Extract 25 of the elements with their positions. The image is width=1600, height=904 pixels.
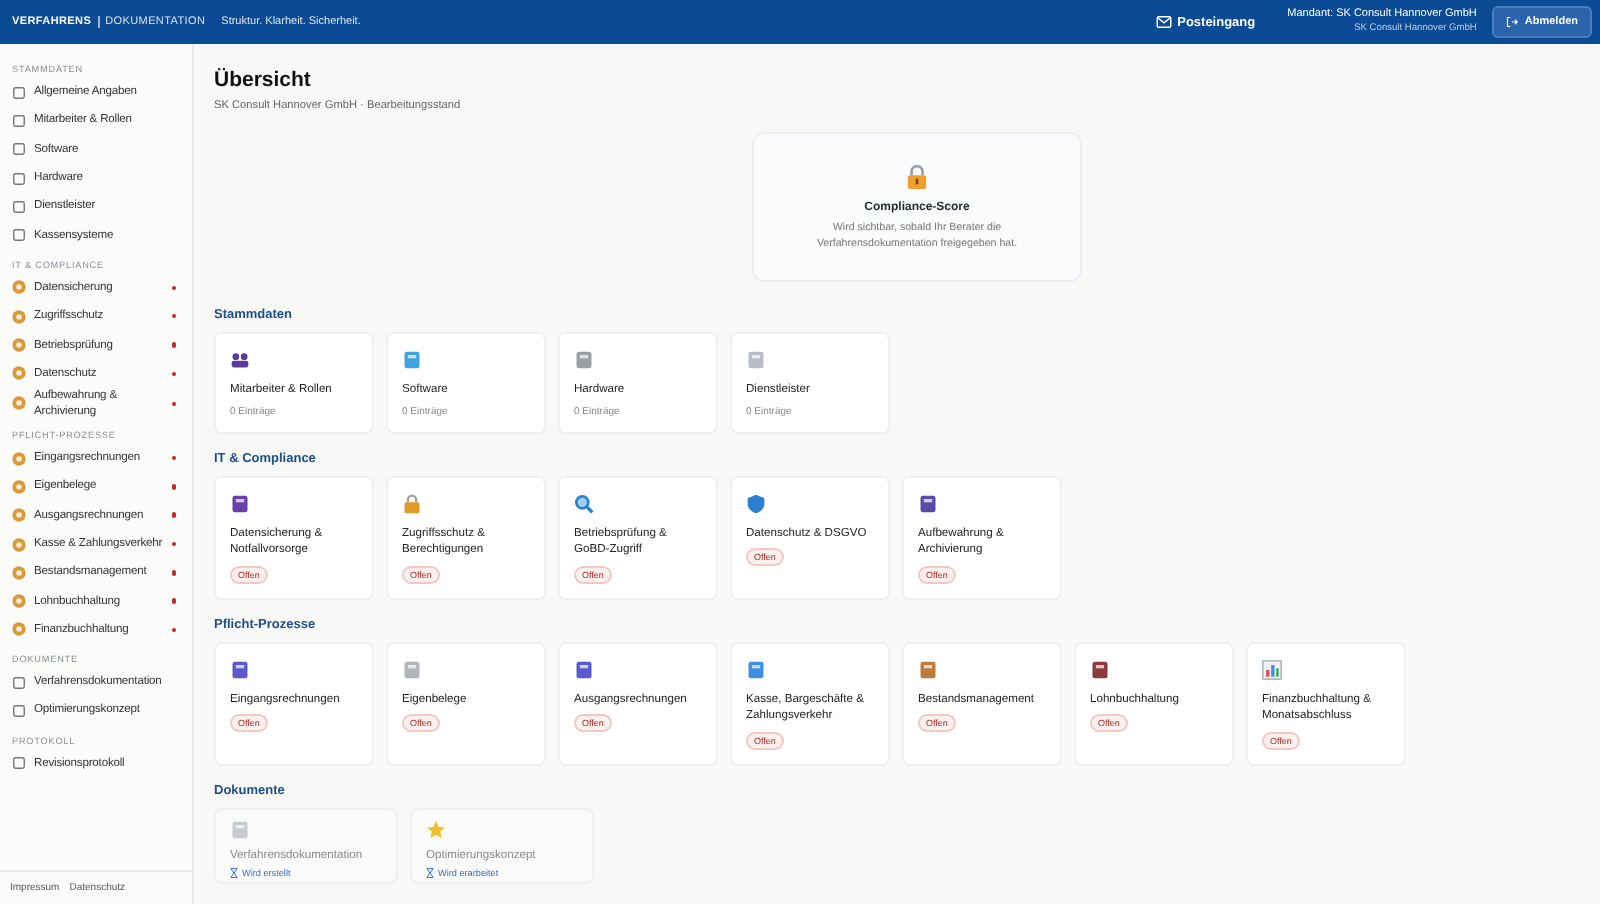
padlock-icon	[906, 163, 928, 189]
page-title: Übersicht	[214, 68, 313, 92]
status-circle-icon	[12, 622, 26, 637]
status-circle-icon	[12, 309, 26, 324]
status-circle-icon	[12, 508, 26, 523]
people-icon	[230, 350, 250, 370]
status-circle-icon	[12, 537, 26, 551]
hourglass-icon	[426, 868, 434, 878]
status-circle-icon	[12, 451, 26, 466]
status-circle-icon	[12, 366, 26, 381]
star-icon	[426, 819, 446, 839]
magnifier-icon	[574, 493, 594, 513]
bar-chart-icon	[1262, 659, 1282, 679]
shield-icon	[746, 493, 766, 513]
status-circle-icon	[12, 280, 26, 295]
page-icon	[12, 756, 26, 771]
hourglass-icon	[230, 868, 238, 878]
status-circle-icon	[12, 565, 26, 580]
logout-icon	[1506, 16, 1519, 28]
envelope-icon	[1155, 16, 1172, 28]
status-circle-icon	[12, 594, 26, 609]
status-circle-icon	[12, 479, 26, 494]
status-circle-icon	[12, 396, 26, 411]
status-circle-icon	[12, 338, 26, 353]
padlock-icon	[402, 493, 422, 513]
